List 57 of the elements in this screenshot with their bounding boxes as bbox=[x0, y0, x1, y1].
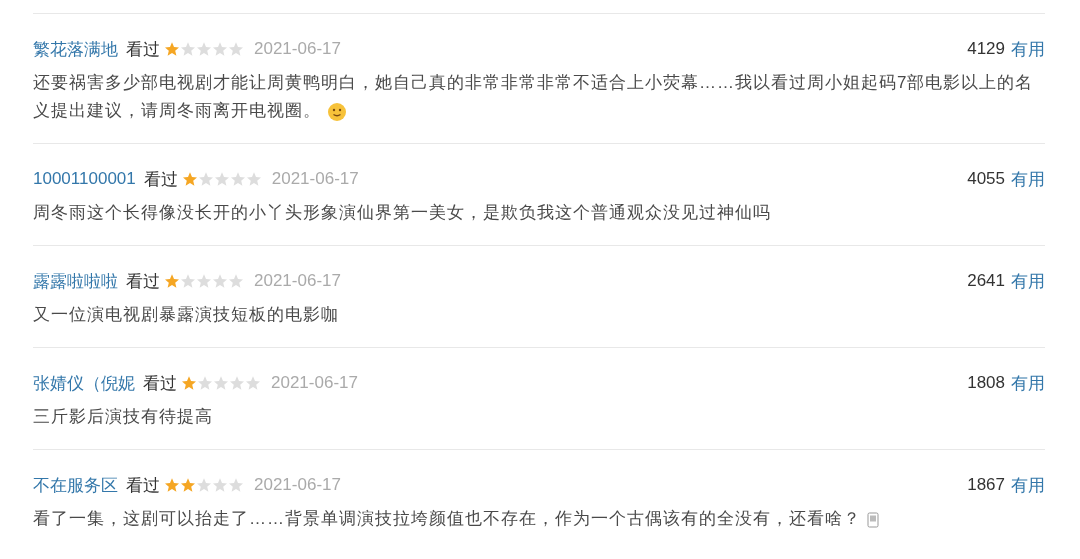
comment-date: 2021-06-17 bbox=[254, 475, 341, 495]
star-icon bbox=[197, 171, 214, 187]
useful-link[interactable]: 有用 bbox=[1011, 269, 1045, 293]
star-icon bbox=[196, 273, 212, 289]
comment-text: 又一位演电视剧暴露演技短板的电影咖 bbox=[33, 304, 340, 326]
vote-count: 2641 bbox=[967, 271, 1005, 291]
vote-count: 1808 bbox=[967, 373, 1005, 393]
star-icon bbox=[181, 375, 197, 391]
star-icon bbox=[164, 41, 180, 57]
comment-text: 三斤影后演技有待提高 bbox=[33, 406, 214, 428]
star-icon bbox=[181, 171, 198, 187]
vote-count: 4129 bbox=[967, 39, 1005, 59]
vote-count: 4055 bbox=[967, 169, 1005, 189]
star-icon bbox=[180, 41, 196, 57]
star-icon bbox=[229, 375, 245, 391]
comment-date: 2021-06-17 bbox=[271, 169, 359, 189]
useful-link[interactable]: 有用 bbox=[1011, 167, 1045, 191]
comment-text: 看了一集，这剧可以抬走了……背景单调演技拉垮颜值也不存在，作为一个古偶该有的全没有，还看啥？ bbox=[33, 505, 1045, 533]
user-name-link[interactable]: 10001100001 bbox=[33, 169, 136, 189]
star-icon bbox=[212, 41, 228, 57]
useful-link[interactable]: 有用 bbox=[1011, 37, 1045, 61]
user-name-link[interactable]: 繁花落满地 bbox=[33, 37, 118, 61]
vote-count: 1867 bbox=[967, 475, 1005, 495]
user-name-link[interactable]: 张婧仪（倪妮 bbox=[33, 371, 135, 395]
star-icon bbox=[164, 477, 180, 493]
watch-status: 看过 bbox=[126, 38, 160, 61]
star-icon bbox=[213, 375, 229, 391]
star-icon bbox=[180, 477, 196, 493]
star-icon bbox=[229, 171, 246, 187]
watch-status: 看过 bbox=[126, 270, 160, 293]
star-icon bbox=[212, 273, 228, 289]
star-icon bbox=[212, 477, 228, 493]
star-icon bbox=[180, 273, 196, 289]
user-name-link[interactable]: 不在服务区 bbox=[33, 473, 118, 497]
watch-status: 看过 bbox=[126, 474, 160, 497]
smiley-icon bbox=[327, 101, 347, 122]
star-icon bbox=[196, 477, 212, 493]
star-icon bbox=[164, 273, 180, 289]
star-icon bbox=[228, 41, 244, 57]
comment-date: 2021-06-17 bbox=[254, 271, 341, 291]
watch-status: 看过 bbox=[143, 372, 177, 395]
star-icon bbox=[213, 171, 230, 187]
star-icon bbox=[196, 41, 212, 57]
star-icon bbox=[245, 375, 261, 391]
comment-text: 周冬雨这个长得像没长开的小丫头形象演仙界第一美女，是欺负我这个普通观众没见过神仙吗 bbox=[33, 202, 772, 224]
star-icon bbox=[228, 477, 244, 493]
star-icon bbox=[197, 375, 213, 391]
useful-link[interactable]: 有用 bbox=[1011, 473, 1045, 497]
useful-link[interactable]: 有用 bbox=[1011, 371, 1045, 395]
comment-text: 还要祸害多少部电视剧才能让周黄鸭明白，她自己真的非常非常非常不适合上小荧幕……我以看过周小姐起码7部电影以上的名义提出建议，请周冬雨离开电视圈。 bbox=[33, 72, 1035, 124]
phone-icon bbox=[867, 511, 879, 528]
watch-status: 看过 bbox=[143, 168, 178, 191]
user-name-link[interactable]: 露露啦啦啦 bbox=[33, 269, 118, 293]
star-icon bbox=[245, 171, 262, 187]
comment-date: 2021-06-17 bbox=[254, 39, 341, 59]
star-icon bbox=[228, 273, 244, 289]
comment-date: 2021-06-17 bbox=[271, 373, 358, 393]
